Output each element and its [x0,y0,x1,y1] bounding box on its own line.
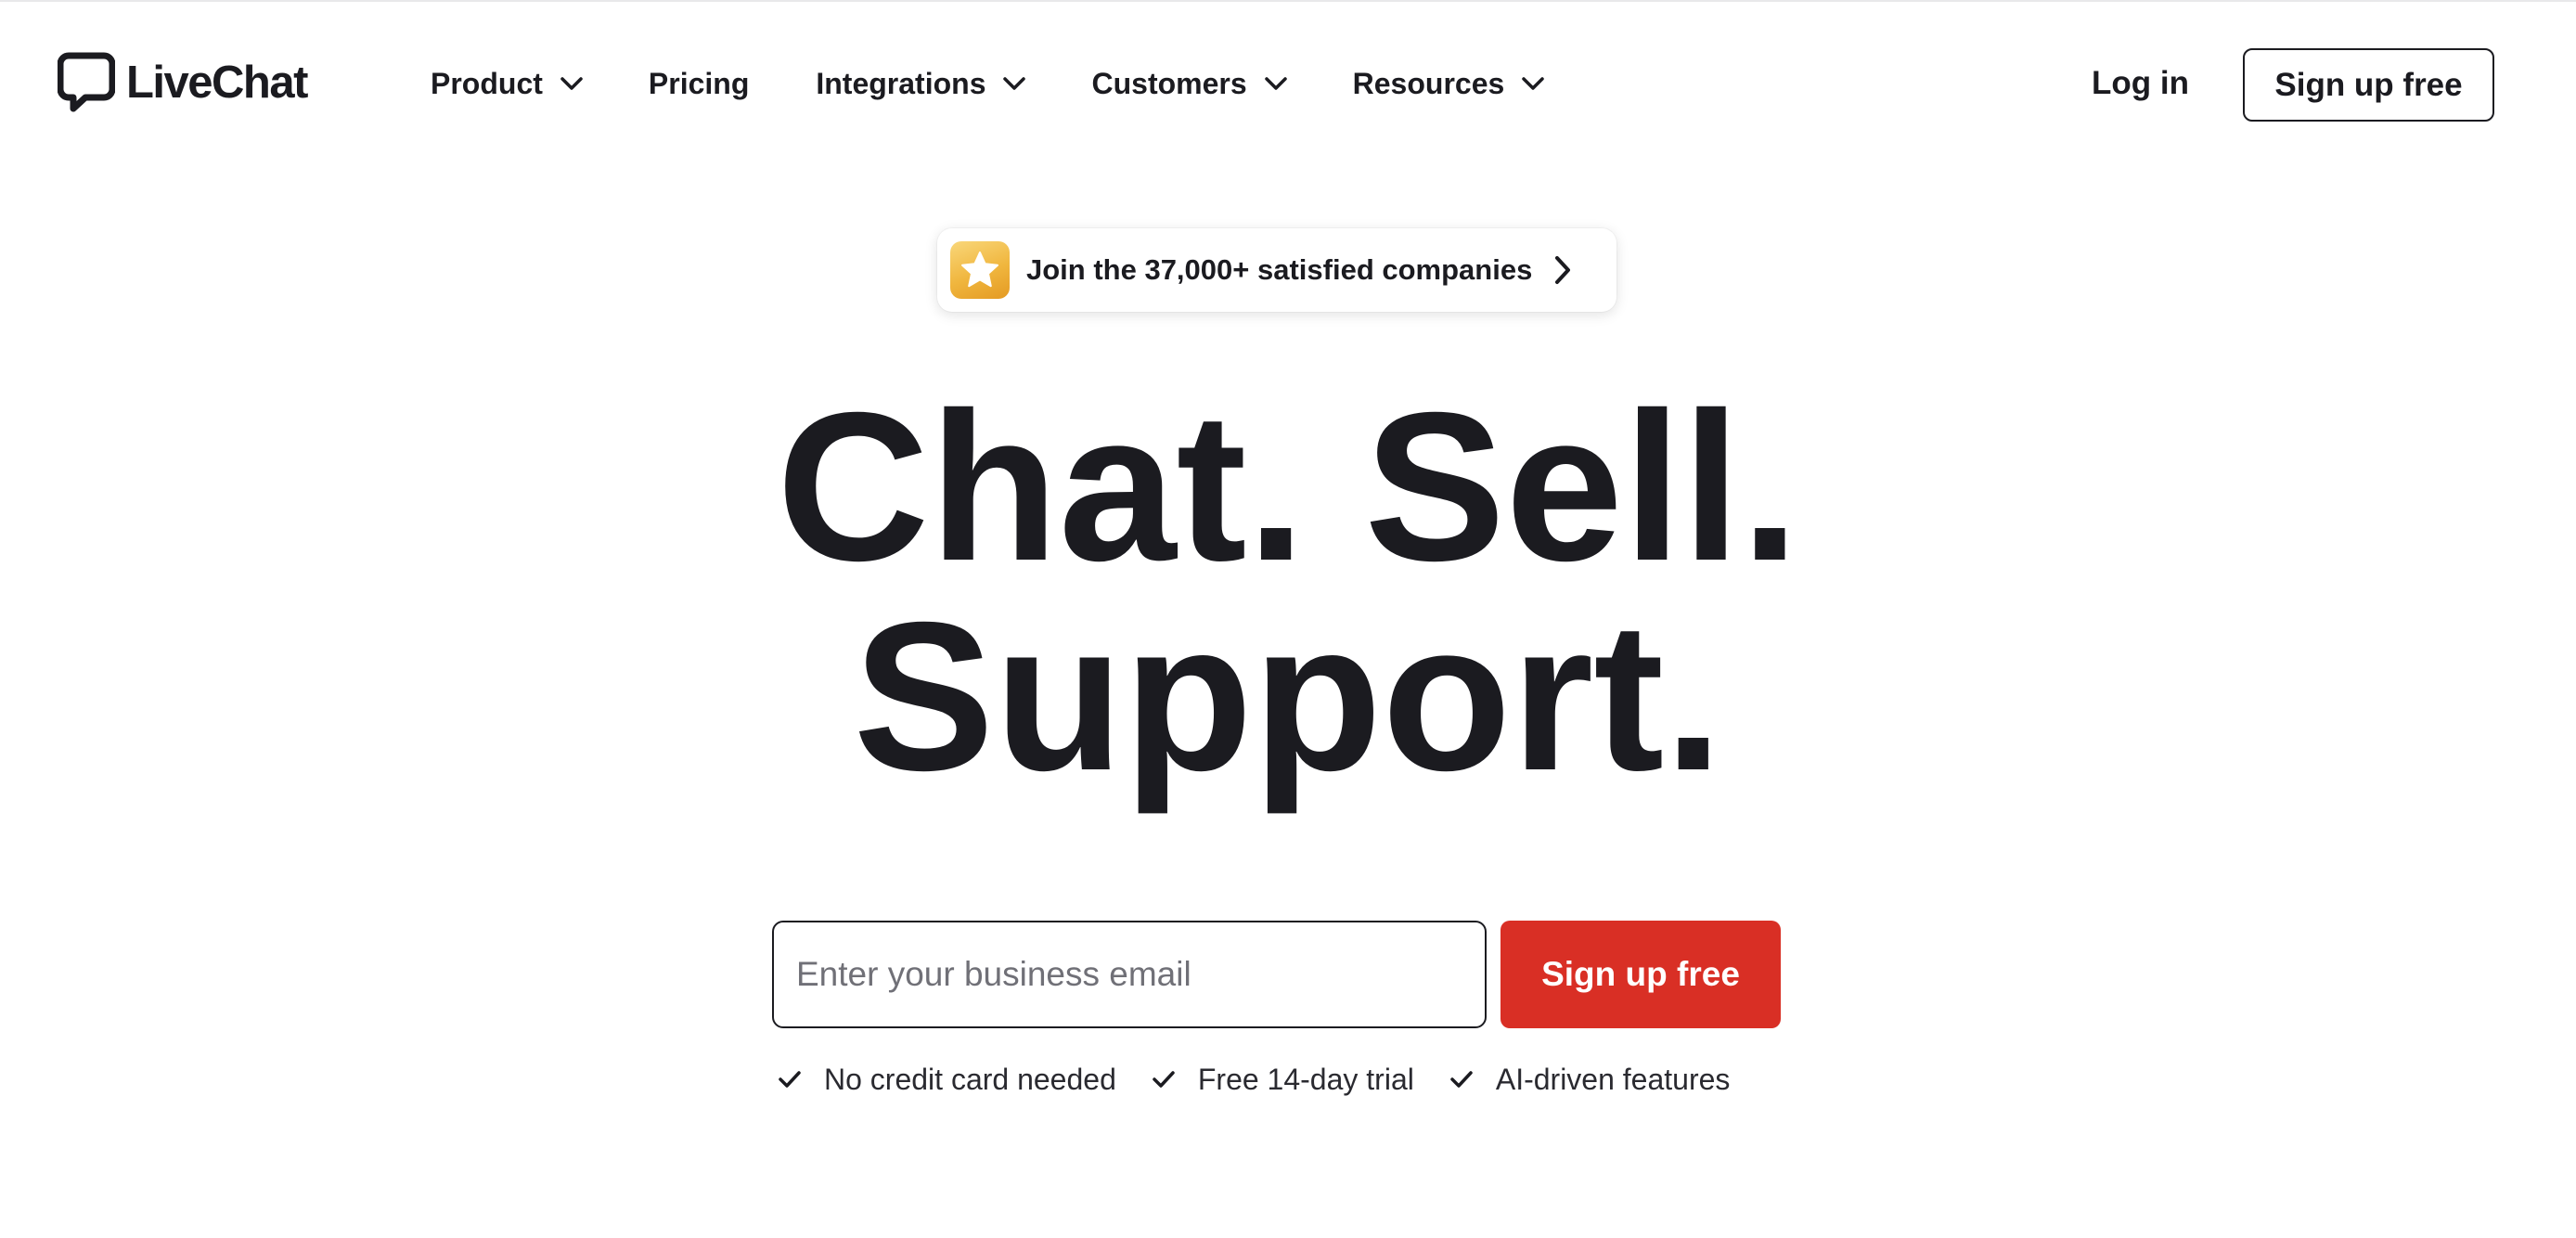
perk-item: No credit card needed [778,1063,1116,1097]
nav-item-pricing[interactable]: Pricing [649,67,749,101]
nav-item-resources[interactable]: Resources [1353,67,1546,101]
nav-item-customers[interactable]: Customers [1091,67,1287,101]
badge-text: Join the 37,000+ satisfied companies [1026,253,1533,286]
hero-headline: Chat. Sell. Support. [0,369,2576,815]
perk-item: Free 14-day trial [1152,1063,1414,1097]
star-icon [950,241,1010,299]
checkmark-icon [1450,1071,1473,1088]
checkmark-icon [1153,1071,1175,1088]
nav-item-product[interactable]: Product [431,67,584,101]
login-link[interactable]: Log in [2092,59,2189,108]
perk-item: AI-driven features [1449,1062,1731,1097]
checkmark-icon [779,1071,801,1088]
nav-item-label: Pricing [648,66,750,100]
site-header: LiveChat Product Pricing Integrations Cu… [0,0,2576,167]
livechat-logo[interactable]: LiveChat [58,52,308,113]
main-nav: Product Pricing Integrations Customers R… [431,58,1610,110]
perks-list: No credit card needed Free 14-day trial … [778,1058,1730,1101]
speech-bubble-icon [58,52,115,112]
signup-hero-button[interactable]: Sign up free [1501,921,1781,1028]
headline-line-2: Support. [853,579,1723,815]
nav-item-label: Product [431,66,543,100]
nav-item-label: Customers [1091,66,1247,100]
chevron-down-icon [1522,77,1545,90]
nav-item-label: Resources [1352,66,1505,100]
chevron-down-icon [1264,77,1287,90]
perk-label: AI-driven features [1495,1062,1731,1096]
perk-label: Free 14-day trial [1197,1062,1414,1096]
chevron-down-icon [1003,77,1026,90]
nav-item-label: Integrations [816,66,986,100]
perk-label: No credit card needed [824,1062,1116,1096]
headline-line-1: Chat. Sell. [776,369,1800,605]
brand-name: LiveChat [126,57,308,108]
chevron-down-icon [560,77,583,90]
chevron-right-icon [1555,256,1571,284]
email-input[interactable] [772,921,1487,1028]
signup-header-button[interactable]: Sign up free [2243,48,2494,122]
nav-item-integrations[interactable]: Integrations [816,67,1026,101]
social-proof-badge[interactable]: Join the 37,000+ satisfied companies [937,228,1616,312]
